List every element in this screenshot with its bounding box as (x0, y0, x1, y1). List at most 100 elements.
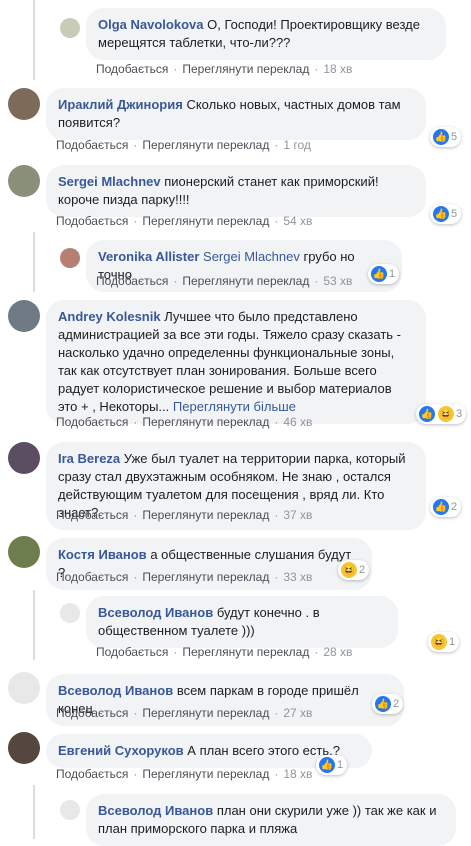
like-icon: 👍 (318, 756, 336, 774)
comment-actions: Подобається · Переглянути переклад · 46 хв (56, 415, 313, 429)
reaction-count: 5 (451, 131, 458, 143)
comment-time[interactable]: 1 год (283, 138, 311, 152)
translate-link[interactable]: Переглянути переклад (182, 274, 309, 288)
like-icon: 👍 (432, 205, 450, 223)
comment-author[interactable]: Всеволод Иванов (98, 803, 213, 818)
reactions-badge[interactable]: 👍 2 (372, 694, 404, 714)
comment-author[interactable]: Ira Bereza (58, 451, 120, 466)
comment-author[interactable]: Andrey Kolesnik (58, 309, 161, 324)
comment-bubble: Всеволод Иванов будут конечно . в общест… (86, 596, 398, 648)
thread-line (33, 232, 35, 292)
haha-icon: 😆 (340, 561, 358, 579)
reaction-count: 2 (359, 564, 366, 576)
comment-bubble: Всеволод Иванов план они скурили уже )) … (86, 794, 456, 846)
reaction-count: 1 (389, 268, 396, 280)
comment-time[interactable]: 53 хв (323, 274, 352, 288)
comment-time[interactable]: 33 хв (283, 570, 312, 584)
avatar[interactable] (8, 672, 40, 704)
like-link[interactable]: Подобається (56, 138, 128, 152)
comment-author[interactable]: Olga Navolokova (98, 17, 203, 32)
comment-actions: Подобається · Переглянути переклад · 54 хв (56, 214, 313, 228)
comment-time[interactable]: 18 хв (323, 62, 352, 76)
reactions-badge[interactable]: 😆 2 (338, 560, 370, 580)
like-link[interactable]: Подобається (96, 645, 168, 659)
comment-author[interactable]: Veronika Allister (98, 249, 199, 264)
reaction-count: 5 (451, 208, 458, 220)
avatar[interactable] (8, 732, 40, 764)
reactions-badge[interactable]: 👍 5 (430, 204, 462, 224)
comment-bubble: Ираклий Джинория Сколько новых, частных … (46, 88, 426, 140)
mention-link[interactable]: Sergei Mlachnev (203, 249, 300, 264)
comment-author[interactable]: Всеволод Иванов (98, 605, 213, 620)
like-link[interactable]: Подобається (96, 62, 168, 76)
comment-actions: Подобається · Переглянути переклад · 18 хв (96, 62, 353, 76)
thread-line (33, 0, 35, 80)
avatar[interactable] (8, 88, 40, 120)
comment-bubble: Olga Navolokova О, Господи! Проектировщи… (86, 8, 446, 60)
like-link[interactable]: Подобається (56, 508, 128, 522)
reactions-badge[interactable]: 👍 1 (316, 755, 348, 775)
comment-time[interactable]: 28 хв (323, 645, 352, 659)
avatar[interactable] (8, 300, 40, 332)
translate-link[interactable]: Переглянути переклад (142, 415, 269, 429)
like-link[interactable]: Подобається (56, 767, 128, 781)
comment-author[interactable]: Всеволод Иванов (58, 683, 173, 698)
comment-actions: Подобається · Переглянути переклад · 53 хв (96, 274, 353, 288)
translate-link[interactable]: Переглянути переклад (182, 62, 309, 76)
translate-link[interactable]: Переглянути переклад (182, 645, 309, 659)
like-icon: 👍 (432, 128, 450, 146)
avatar[interactable] (8, 536, 40, 568)
translate-link[interactable]: Переглянути переклад (142, 570, 269, 584)
reactions-badge[interactable]: 👍 2 (430, 497, 462, 517)
comment-time[interactable]: 27 хв (283, 706, 312, 720)
thread-line (33, 785, 35, 839)
comment-author[interactable]: Ираклий Джинория (58, 97, 183, 112)
reaction-count: 3 (456, 408, 463, 420)
avatar[interactable] (8, 442, 40, 474)
like-link[interactable]: Подобається (56, 214, 128, 228)
comment-actions: Подобається · Переглянути переклад · 33 хв (56, 570, 313, 584)
comment-actions: Подобається · Переглянути переклад · 18 хв (56, 767, 313, 781)
see-more-link[interactable]: Переглянути більше (173, 399, 296, 414)
like-icon: 👍 (370, 265, 388, 283)
like-link[interactable]: Подобається (56, 415, 128, 429)
comment-author[interactable]: Sergei Mlachnev (58, 174, 161, 189)
reactions-badge[interactable]: 👍 1 (368, 264, 400, 284)
comment-time[interactable]: 54 хв (283, 214, 312, 228)
reaction-count: 2 (393, 698, 400, 710)
avatar[interactable] (60, 800, 80, 820)
comment-actions: Подобається · Переглянути переклад · 28 хв (96, 645, 353, 659)
comment-time[interactable]: 46 хв (283, 415, 312, 429)
reaction-count: 2 (451, 501, 458, 513)
translate-link[interactable]: Переглянути переклад (142, 706, 269, 720)
translate-link[interactable]: Переглянути переклад (142, 508, 269, 522)
comment-actions: Подобається · Переглянути переклад · 1 год (56, 138, 311, 152)
like-link[interactable]: Подобається (56, 706, 128, 720)
comment-text: А план всего этого есть,? (187, 743, 340, 758)
reactions-badge[interactable]: 👍 😆 3 (416, 404, 467, 424)
comment-author[interactable]: Евгений Сухоруков (58, 743, 184, 758)
like-icon: 👍 (374, 695, 392, 713)
avatar[interactable] (60, 248, 80, 268)
translate-link[interactable]: Переглянути переклад (142, 767, 269, 781)
reactions-badge[interactable]: 👍 5 (430, 127, 462, 147)
translate-link[interactable]: Переглянути переклад (142, 138, 269, 152)
comment-actions: Подобається · Переглянути переклад · 37 хв (56, 508, 313, 522)
comment-time[interactable]: 37 хв (283, 508, 312, 522)
comment-time[interactable]: 18 хв (283, 767, 312, 781)
avatar[interactable] (60, 603, 80, 623)
like-link[interactable]: Подобається (96, 274, 168, 288)
avatar[interactable] (60, 18, 80, 38)
comment-bubble: Andrey Kolesnik Лучшее что было представ… (46, 300, 426, 424)
comment-author[interactable]: Костя Иванов (58, 547, 147, 562)
avatar[interactable] (8, 165, 40, 197)
like-icon: 👍 (432, 498, 450, 516)
like-link[interactable]: Подобається (56, 570, 128, 584)
haha-icon: 😆 (437, 405, 455, 423)
reactions-badge[interactable]: 😆 1 (428, 632, 460, 652)
translate-link[interactable]: Переглянути переклад (142, 214, 269, 228)
comment-actions: Подобається · Переглянути переклад · 27 хв (56, 706, 313, 720)
comment-bubble: Sergei Mlachnev пионерский станет как пр… (46, 165, 426, 217)
thread-line (33, 590, 35, 660)
like-icon: 👍 (418, 405, 436, 423)
